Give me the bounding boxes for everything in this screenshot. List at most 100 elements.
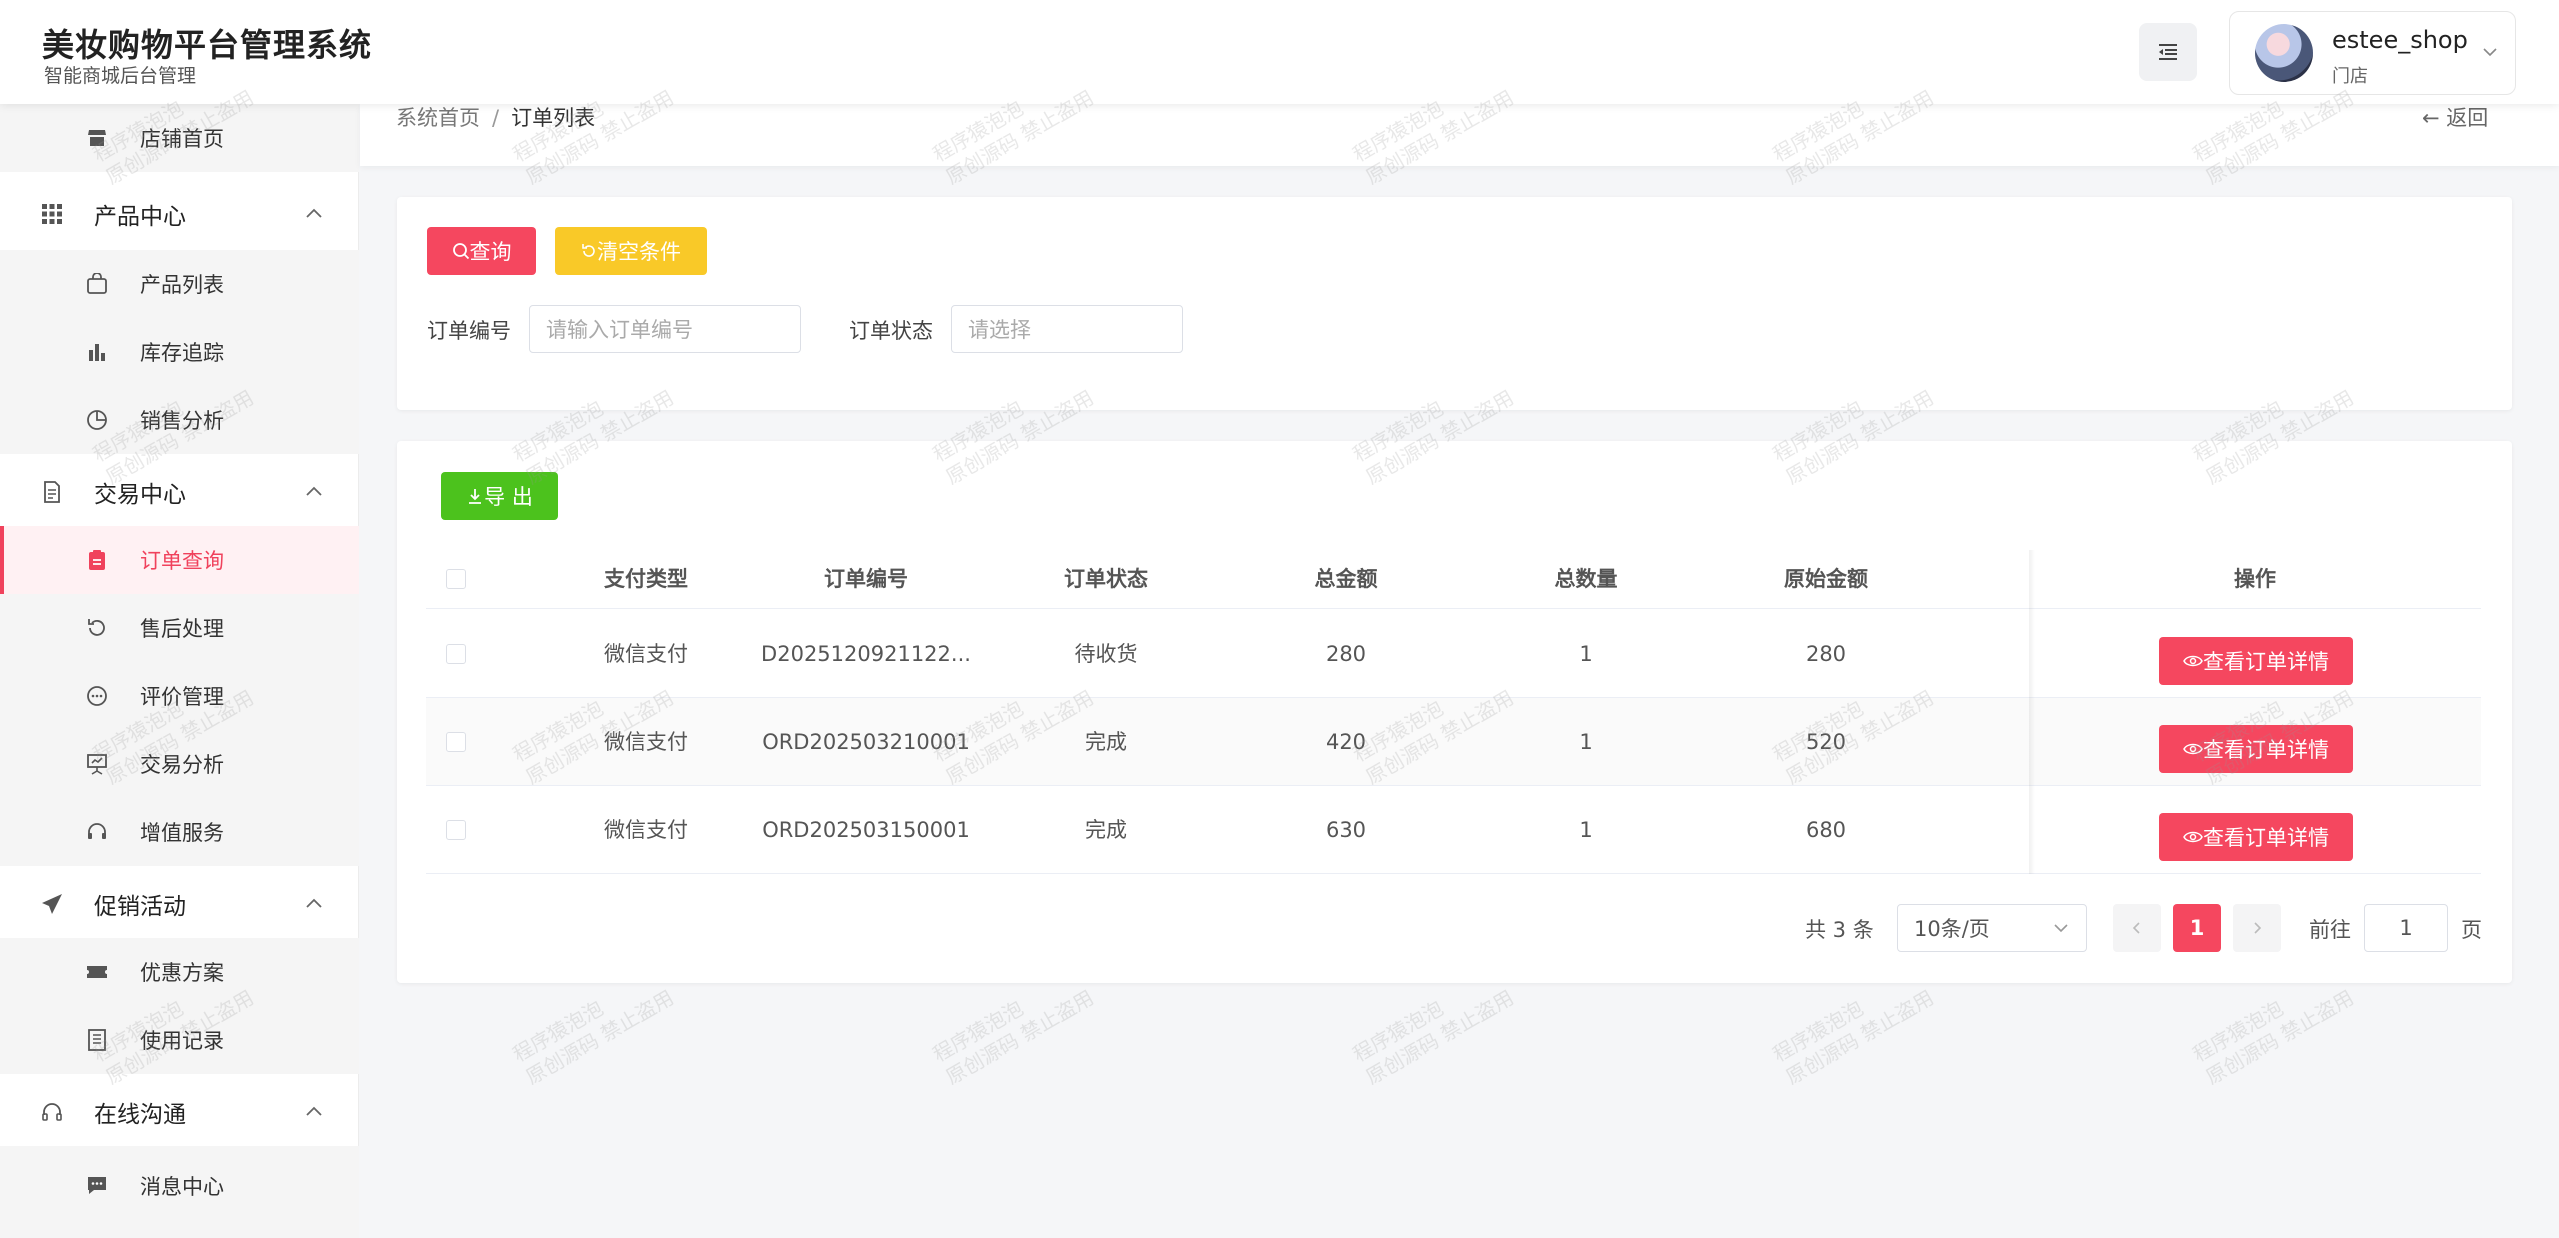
send-icon [39,891,65,917]
sidebar-item-reviews[interactable]: 评价管理 [0,662,359,730]
cell-status: 完成 [1085,730,1127,754]
ticket-icon [84,959,110,985]
export-button-label: 导 出 [484,485,533,509]
chevron-up-icon [306,1106,322,1116]
download-icon [469,489,482,504]
query-button-label: 查询 [469,240,512,264]
search-card: 查询 清空条件 订单编号 请输入订单编号 订单状态 请选择 [397,197,2512,410]
page-number-button[interactable]: 1 [2173,904,2221,952]
query-button[interactable]: 查询 [427,227,536,275]
indent-icon [2159,44,2177,60]
view-detail-label: 查看订单详情 [2203,826,2329,850]
sidebar-group-product[interactable]: 产品中心 [0,180,359,248]
col-order-status[interactable]: 订单状态 [986,550,1226,609]
col-order-no[interactable]: 订单编号 [746,550,986,609]
cell-total: 630 [1325,818,1367,842]
arrow-left-icon: ← [2422,106,2440,130]
col-total[interactable]: 总金额 [1226,550,1466,609]
sidebar-item-label: 售后处理 [140,617,224,641]
table-row: 微信支付 ORD202503210001 完成 420 1 520 查看订单详情 [426,698,2481,786]
eye-icon [2183,831,2203,843]
next-page-button[interactable] [2233,904,2281,952]
user-menu[interactable]: estee_shop 门店 [2229,11,2516,95]
chevron-down-icon [2483,48,2497,57]
sidebar-item-label: 订单查询 [140,549,224,573]
sidebar-group-label: 在线沟通 [94,1102,186,1128]
sidebar-item-after-sales[interactable]: 售后处理 [0,594,359,662]
col-quantity[interactable]: 总数量 [1466,550,1706,609]
sidebar-item-coupons[interactable]: 优惠方案 [0,938,359,1006]
cell-total: 280 [1325,642,1367,666]
sidebar-item-order-query[interactable]: 订单查询 [0,526,359,594]
chevron-up-icon [306,898,322,908]
page-size-select[interactable]: 10条/页 [1897,904,2087,952]
goto-page-input[interactable]: 1 [2364,904,2448,952]
chevron-up-icon [306,486,322,496]
menu-toggle-button[interactable] [2139,23,2197,81]
order-status-label: 订单状态 [849,319,933,343]
col-pay-type[interactable]: 支付类型 [546,550,746,609]
sidebar-item-shop-home[interactable]: 店铺首页 [0,104,359,172]
sidebar-item-label: 交易分析 [140,753,224,777]
back-button[interactable]: ← 返回 [2422,104,2488,132]
sidebar-item-inventory[interactable]: 库存追踪 [0,318,359,386]
document-icon [39,479,65,505]
row-checkbox[interactable] [446,732,466,752]
breadcrumb-bar: 系统首页 / 订单列表 ← 返回 [360,104,2559,166]
app-title: 美妆购物平台管理系统 [42,26,373,64]
refresh-icon [582,244,595,257]
order-no-input[interactable]: 请输入订单编号 [529,305,801,353]
search-icon [452,243,469,260]
prev-page-button[interactable] [2113,904,2161,952]
app-subtitle: 智能商城后台管理 [44,65,197,87]
export-button[interactable]: 导 出 [441,472,558,520]
breadcrumb: 系统首页 / 订单列表 [396,104,595,132]
cell-status: 完成 [1085,818,1127,842]
cell-quantity: 1 [1579,642,1593,666]
breadcrumb-home[interactable]: 系统首页 [396,106,480,130]
sidebar-item-label: 增值服务 [140,821,224,845]
sidebar-item-label: 使用记录 [140,1029,224,1053]
sidebar-item-trade-analysis[interactable]: 交易分析 [0,730,359,798]
sidebar-item-label: 店铺首页 [140,127,224,151]
pie-chart-icon [84,407,110,433]
sidebar-group-trade[interactable]: 交易中心 [0,458,359,526]
cell-quantity: 1 [1579,818,1593,842]
sidebar-group-label: 交易中心 [94,482,186,508]
select-all-checkbox[interactable] [446,569,466,589]
cell-order-no: D2025120921122... [761,642,971,666]
sidebar-group-label: 产品中心 [94,204,186,230]
clear-button-label: 清空条件 [597,240,681,264]
cell-original: 280 [1805,642,1847,666]
watermark-line: 原创源码 禁止盗用 [2201,985,2358,1090]
clear-conditions-button[interactable]: 清空条件 [555,227,707,275]
sidebar-group-promotion[interactable]: 促销活动 [0,870,359,938]
sidebar-group-online-chat[interactable]: 在线沟通 [0,1078,359,1146]
sidebar-item-product-list[interactable]: 产品列表 [0,250,359,318]
order-no-placeholder: 请输入订单编号 [546,318,693,342]
order-status-select[interactable]: 请选择 [951,305,1183,353]
view-order-detail-button[interactable]: 查看订单详情 [2159,637,2353,685]
col-actions: 操作 [2234,567,2276,591]
order-no-label: 订单编号 [427,319,511,343]
sidebar-item-value-added[interactable]: 增值服务 [0,798,359,866]
cell-original: 680 [1805,818,1847,842]
goto-unit: 页 [2461,918,2482,942]
row-checkbox[interactable] [446,644,466,664]
watermark-line: 原创源码 禁止盗用 [1781,985,1938,1090]
sidebar-item-usage-records[interactable]: 使用记录 [0,1006,359,1074]
sidebar-item-sales-analysis[interactable]: 销售分析 [0,386,359,454]
bar-chart-icon [84,339,110,365]
row-checkbox[interactable] [446,820,466,840]
pagination-total: 共 3 条 [1805,918,1874,942]
sidebar-item-messages[interactable]: 消息中心 [0,1152,359,1220]
col-original-amount[interactable]: 原始金额 [1706,550,1946,609]
view-order-detail-button[interactable]: 查看订单详情 [2159,725,2353,773]
cell-pay-type: 微信支付 [604,730,688,754]
view-order-detail-button[interactable]: 查看订单详情 [2159,813,2353,861]
chevron-down-icon [2054,924,2068,933]
bag-icon [84,271,110,297]
table-row: 微信支付 ORD202503150001 完成 630 1 680 查看订单详情 [426,786,2481,874]
sidebar-item-label: 评价管理 [140,685,224,709]
headphones-icon [39,1099,65,1125]
